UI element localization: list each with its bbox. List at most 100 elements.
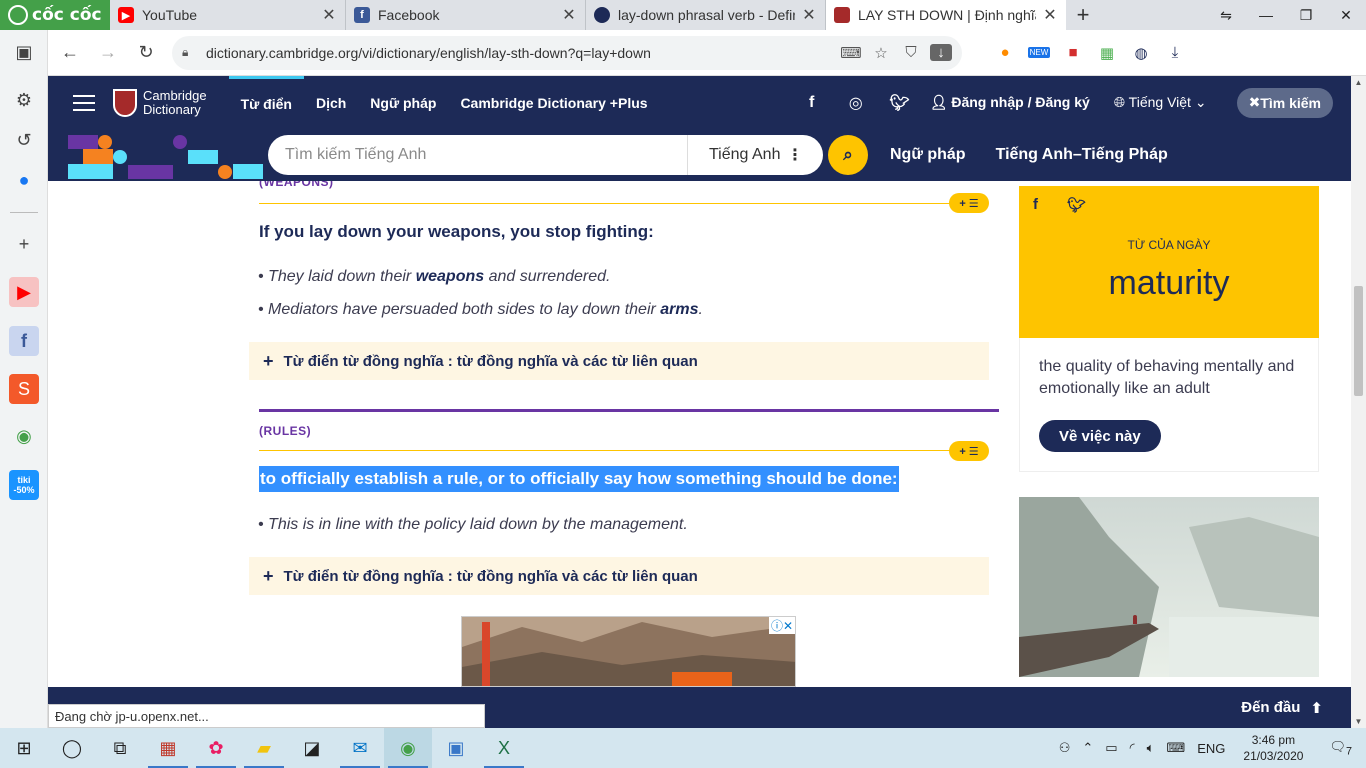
logo-line1: Cambridge (143, 87, 207, 103)
search-submit-button[interactable]: ⌕ (828, 135, 868, 175)
user-icon: 👤︎ (929, 94, 952, 110)
downloads-icon[interactable]: ⤓ (1158, 38, 1192, 68)
file-explorer-icon[interactable]: ▰ (240, 728, 288, 768)
settings-gear-icon[interactable]: ⚙ (9, 85, 39, 115)
clock[interactable]: 3:46 pm 21/03/2020 (1231, 732, 1315, 764)
excel-icon[interactable]: X (480, 728, 528, 768)
sense-rules: (RULES) + ☰ to officially establish a ru… (249, 424, 999, 595)
login-link[interactable]: 👤︎ Đăng nhập / Đăng ký (930, 94, 1090, 111)
coccoc-taskbar-icon[interactable]: ◉ (384, 728, 432, 768)
history-icon[interactable]: ↺ (9, 125, 39, 155)
close-icon[interactable]: ✕ (1042, 5, 1058, 25)
facebook-share-icon[interactable]: f (1033, 196, 1038, 213)
coccoc-menu-button[interactable]: cốc cốc (0, 0, 110, 30)
tab-facebook[interactable]: f Facebook ✕ (346, 0, 586, 30)
people-icon[interactable]: ⚇ (1053, 740, 1077, 756)
nav-grammar[interactable]: Ngữ pháp (358, 76, 448, 129)
to-top-label: Đến đầu (1241, 699, 1301, 716)
new-tab-button[interactable]: + (1066, 0, 1100, 30)
sublink-grammar[interactable]: Ngữ pháp (890, 146, 966, 164)
download-page-icon[interactable]: ↓ (930, 44, 952, 61)
cambridge-logo[interactable]: Cambridge Dictionary (113, 87, 207, 117)
nav-translate[interactable]: Dịch (304, 76, 358, 129)
input-language[interactable]: ENG (1191, 741, 1231, 756)
reload-button[interactable]: ↻ (130, 37, 162, 69)
language-selector[interactable]: 🌐︎ Tiếng Việt ⌄ (1114, 94, 1207, 111)
outlook-icon[interactable]: ✉ (336, 728, 384, 768)
translate-icon[interactable]: ⌨ (836, 44, 866, 62)
search-toggle-button[interactable]: ✖ Tìm kiếm (1236, 87, 1333, 118)
back-to-top-button[interactable]: Đến đầu ⬆ (1241, 687, 1323, 728)
wotd-about-button[interactable]: Về việc này (1039, 420, 1161, 452)
task-view-icon[interactable]: ⧉ (96, 728, 144, 768)
search-input[interactable]: Tìm kiếm Tiếng Anh (268, 146, 687, 164)
close-icon[interactable]: ✕ (561, 5, 577, 25)
scroll-thumb[interactable] (1354, 286, 1363, 396)
cortana-search-icon[interactable]: ◯ (48, 728, 96, 768)
twitter-share-icon[interactable]: 🐦︎ (1067, 196, 1086, 214)
wotd-word[interactable]: maturity (1019, 264, 1319, 303)
add-to-wordlist-button[interactable]: + ☰ (949, 441, 989, 461)
extension-grid-icon[interactable]: ▦ (1090, 38, 1124, 68)
battery-icon[interactable]: ▭ (1099, 740, 1123, 756)
forward-button[interactable]: → (92, 37, 124, 69)
messenger-icon[interactable]: ● (9, 165, 39, 195)
close-icon[interactable]: ✕ (321, 5, 337, 25)
tab-oxford[interactable]: lay-down phrasal verb - Defin ✕ (586, 0, 826, 30)
coccoc-app-icon[interactable]: ◉ (9, 421, 39, 451)
extension-alert-icon[interactable]: ● (988, 38, 1022, 68)
thesaurus-label: Từ điển từ đồng nghĩa : từ đồng nghĩa và… (283, 352, 698, 370)
youtube-app-icon[interactable]: ▶ (9, 277, 39, 307)
twitter-icon[interactable]: 🐦︎ (878, 93, 922, 113)
close-window-button[interactable]: ✕ (1326, 0, 1366, 30)
browser-status-bubble: Đang chờ jp-u.openx.net... (48, 704, 485, 728)
search-language-dropdown[interactable]: Tiếng Anh ⋮ (688, 145, 823, 165)
close-icon[interactable]: ✕ (801, 5, 817, 25)
ad-close-icon[interactable]: ⓘ✕ (768, 617, 795, 634)
show-hidden-icons-icon[interactable]: ⌃ (1076, 740, 1099, 756)
extension-new-icon[interactable]: NEW (1022, 38, 1056, 68)
instagram-icon[interactable]: ◎ (834, 93, 878, 113)
advertisement[interactable]: ⓘ✕ (461, 616, 796, 687)
keyboard-icon[interactable]: ⌨ (1160, 740, 1191, 756)
app-icon-2[interactable]: ✿ (192, 728, 240, 768)
notification-center-icon[interactable]: 🗨︎7 (1315, 739, 1366, 758)
page-scrollbar[interactable]: ▲ ▼ (1351, 76, 1366, 728)
windows-start-icon[interactable]: ⊞ (0, 728, 48, 768)
nav-dictionary[interactable]: Từ điển (228, 76, 304, 129)
sticky-notes-icon[interactable]: ◪ (288, 728, 336, 768)
facebook-icon[interactable]: f (790, 94, 834, 112)
wifi-icon[interactable]: ◜ (1124, 740, 1141, 756)
menu-hamburger-icon[interactable] (73, 94, 95, 111)
back-button[interactable]: ← (54, 37, 86, 69)
chevron-down-icon: ⌄ (1194, 94, 1207, 110)
tab-youtube[interactable]: ▶ YouTube ✕ (110, 0, 346, 30)
scroll-down-arrow-icon[interactable]: ▼ (1351, 717, 1366, 726)
example-text: . (698, 301, 703, 318)
extension-red-icon[interactable]: ■ (1056, 38, 1090, 68)
minimize-button[interactable]: — (1246, 0, 1286, 30)
app-icon-3[interactable]: ▣ (432, 728, 480, 768)
thesaurus-link[interactable]: + Từ điển từ đồng nghĩa : từ đồng nghĩa … (249, 557, 989, 595)
bookmark-star-icon[interactable]: ☆ (866, 44, 896, 62)
tiki-app-icon[interactable]: tiki -50% (9, 470, 39, 500)
app-icon-1[interactable]: ▦ (144, 728, 192, 768)
sidebar-toggle-icon[interactable]: ▣ (9, 37, 39, 67)
nav-plus[interactable]: Cambridge Dictionary +Plus (448, 76, 659, 129)
url-field[interactable]: 🔒︎ dictionary.cambridge.org/vi/dictionar… (172, 35, 962, 70)
landscape-image (1019, 497, 1319, 677)
shield-icon[interactable]: ⛉ (896, 44, 926, 61)
add-app-icon[interactable]: + (9, 229, 39, 259)
scroll-up-arrow-icon[interactable]: ▲ (1351, 78, 1366, 87)
tab-search-icon[interactable]: ⇋ (1206, 0, 1246, 30)
tab-cambridge[interactable]: LAY STH DOWN | Định nghĩa ✕ (826, 0, 1066, 30)
profile-avatar[interactable]: ◍ (1124, 38, 1158, 68)
add-to-wordlist-button[interactable]: + ☰ (949, 193, 989, 213)
thesaurus-link[interactable]: + Từ điển từ đồng nghĩa : từ đồng nghĩa … (249, 342, 989, 380)
volume-icon[interactable]: 🔈︎ (1141, 740, 1161, 756)
shopee-app-icon[interactable]: S (9, 374, 39, 404)
promo-photo[interactable] (1019, 497, 1319, 677)
sublink-english-french[interactable]: Tiếng Anh–Tiếng Pháp (996, 146, 1168, 164)
restore-button[interactable]: ❐ (1286, 0, 1326, 30)
facebook-app-icon[interactable]: f (9, 326, 39, 356)
